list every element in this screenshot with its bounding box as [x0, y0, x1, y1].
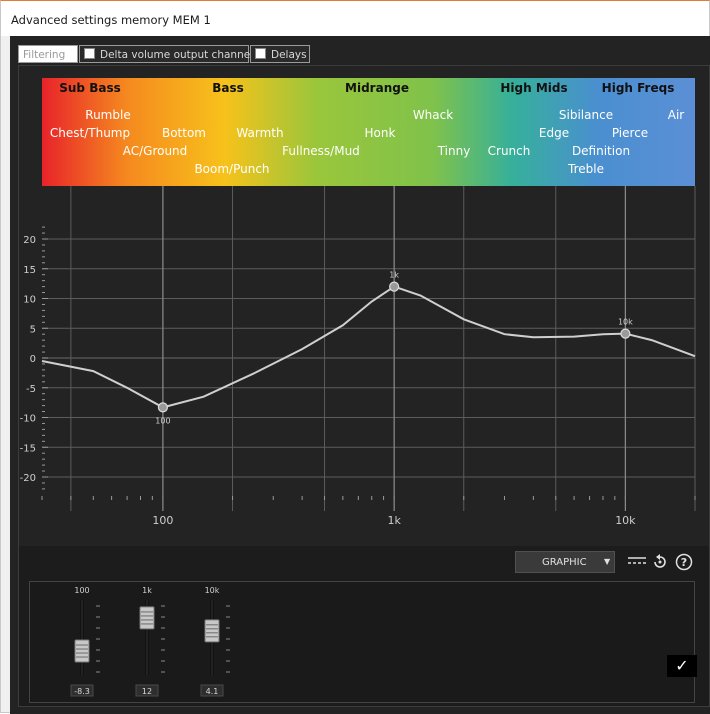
band-term: Bottom: [162, 126, 206, 140]
band-term: Boom/Punch: [194, 162, 269, 176]
window-title: Advanced settings memory MEM 1: [11, 13, 211, 27]
eq-point-label: 100: [155, 416, 170, 425]
mode-select[interactable]: GRAPHIC ▼: [515, 551, 615, 573]
tab-delays-label: Delays: [271, 49, 307, 61]
flat-eq-icon[interactable]: [627, 553, 647, 573]
eq-chart: Sub Bass Bass Midrange High Mids High Fr…: [19, 66, 709, 546]
x-tick-label: 1k: [387, 514, 401, 527]
band-term: Rumble: [85, 108, 130, 122]
x-tick-label: 100: [152, 514, 173, 527]
tab-delta-volume[interactable]: Delta volume output channels: [79, 45, 259, 63]
band-term: Definition: [572, 144, 630, 158]
eq-point-handle[interactable]: [620, 328, 631, 339]
fader-value: 4.1: [206, 687, 219, 696]
y-tick-label: -15: [20, 443, 36, 454]
fader-label: 1k: [142, 586, 152, 595]
delays-checkbox[interactable]: [255, 48, 266, 59]
eq-point-label: 1k: [389, 271, 399, 280]
tab-delays[interactable]: Delays: [250, 45, 310, 63]
mode-select-value: GRAPHIC: [542, 557, 587, 568]
window-content: Filtering Delta volume output channels D…: [10, 36, 710, 714]
band-term: Tinny: [437, 144, 471, 158]
band-term: Pierce: [612, 126, 648, 140]
faders-panel: 100 -8.3 1k 12 10k 4.1: [29, 581, 695, 703]
checkmark-icon: ✓: [675, 656, 689, 675]
band-heading-bass: Bass: [212, 81, 244, 95]
band-term: Chest/Thump: [50, 126, 130, 140]
delta-volume-checkbox[interactable]: [84, 48, 95, 59]
y-tick-label: -10: [20, 414, 36, 425]
y-tick-label: 0: [30, 354, 36, 365]
filtering-panel: Sub Bass Bass Midrange High Mids High Fr…: [18, 65, 710, 707]
fader-value: -8.3: [74, 687, 90, 696]
band-heading-high-mids: High Mids: [500, 81, 567, 95]
fader-label: 10k: [205, 586, 220, 595]
y-tick-label: -20: [20, 473, 36, 484]
settings-window: Advanced settings memory MEM 1 Filtering…: [0, 0, 710, 714]
band-term: Warmth: [236, 126, 283, 140]
band-term: Honk: [365, 126, 396, 140]
tab-filtering[interactable]: Filtering: [18, 45, 78, 63]
band-term: Edge: [539, 126, 569, 140]
title-bar: Advanced settings memory MEM 1: [1, 1, 709, 36]
x-tick-label: 10k: [615, 514, 636, 527]
fader-knob[interactable]: [139, 606, 155, 630]
chevron-down-icon: ▼: [604, 557, 611, 566]
band-heading-high-freqs: High Freqs: [602, 81, 675, 95]
reset-icon[interactable]: [651, 553, 669, 575]
band-term: Whack: [413, 108, 453, 122]
eq-point-label: 10k: [618, 318, 633, 327]
y-tick-label: 10: [23, 295, 36, 306]
eq-point-handle[interactable]: [157, 402, 169, 413]
band-term: Sibilance: [559, 108, 613, 122]
band-heading-midrange: Midrange: [345, 81, 409, 95]
band-term: Fullness/Mud: [282, 144, 360, 158]
help-icon[interactable]: ?: [675, 553, 693, 575]
y-tick-label: 20: [23, 235, 36, 246]
band-term: Air: [668, 108, 685, 122]
band-heading-sub-bass: Sub Bass: [59, 81, 120, 95]
confirm-button[interactable]: ✓: [667, 655, 697, 677]
tab-delta-volume-label: Delta volume output channels: [100, 49, 259, 61]
eq-point-handle[interactable]: [389, 281, 400, 292]
band-term: Treble: [567, 162, 604, 176]
y-tick-label: -5: [26, 384, 36, 395]
svg-text:?: ?: [681, 556, 687, 569]
tab-filtering-label: Filtering: [23, 49, 66, 61]
fader-knob[interactable]: [204, 619, 220, 643]
fader-value: 12: [142, 687, 152, 696]
band-term: Crunch: [488, 144, 531, 158]
fader-label: 100: [74, 586, 89, 595]
faders: 100 -8.3 1k 12 10k 4.1: [70, 586, 230, 697]
y-tick-label: 5: [30, 324, 36, 335]
y-tick-label: 15: [23, 265, 36, 276]
band-term: AC/Ground: [123, 144, 188, 158]
fader-knob[interactable]: [74, 639, 90, 663]
